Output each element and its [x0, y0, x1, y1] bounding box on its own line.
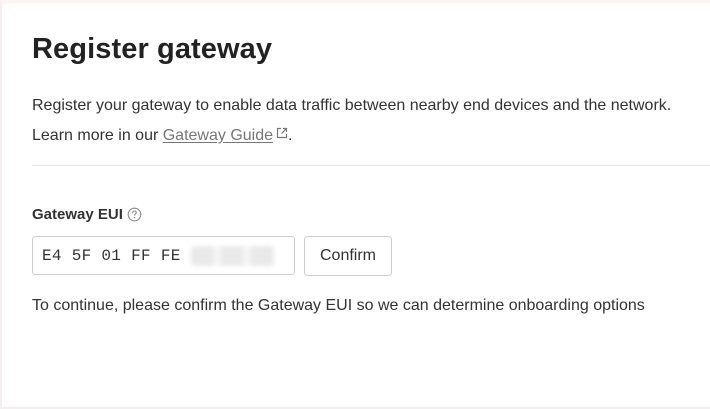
description-line-1: Register your gateway to enable data tra…: [32, 97, 672, 114]
description-prefix: Learn more in our: [32, 127, 163, 144]
gateway-guide-link-label: Gateway Guide: [162, 127, 274, 144]
gateway-eui-label-row: Gateway EUI: [32, 206, 142, 223]
gateway-eui-input[interactable]: E4 5F 01 FF FE: [32, 236, 295, 275]
confirm-hint: To continue, please confirm the Gateway …: [32, 297, 645, 314]
gateway-guide-link[interactable]: Gateway Guide: [163, 127, 288, 144]
question-circle-icon[interactable]: [127, 207, 142, 222]
page-description: Register your gateway to enable data tra…: [32, 91, 702, 150]
gateway-eui-redacted: [190, 245, 275, 266]
gateway-eui-value: E4 5F 01 FF FE: [42, 246, 181, 265]
gateway-eui-label: Gateway EUI: [32, 206, 123, 223]
section-divider: [32, 165, 710, 166]
confirm-button[interactable]: Confirm: [304, 236, 392, 276]
external-link-icon: [276, 120, 288, 149]
page-title: Register gateway: [32, 33, 273, 65]
register-gateway-page: Register gateway Register your gateway t…: [0, 0, 710, 409]
description-suffix: .: [288, 127, 293, 144]
